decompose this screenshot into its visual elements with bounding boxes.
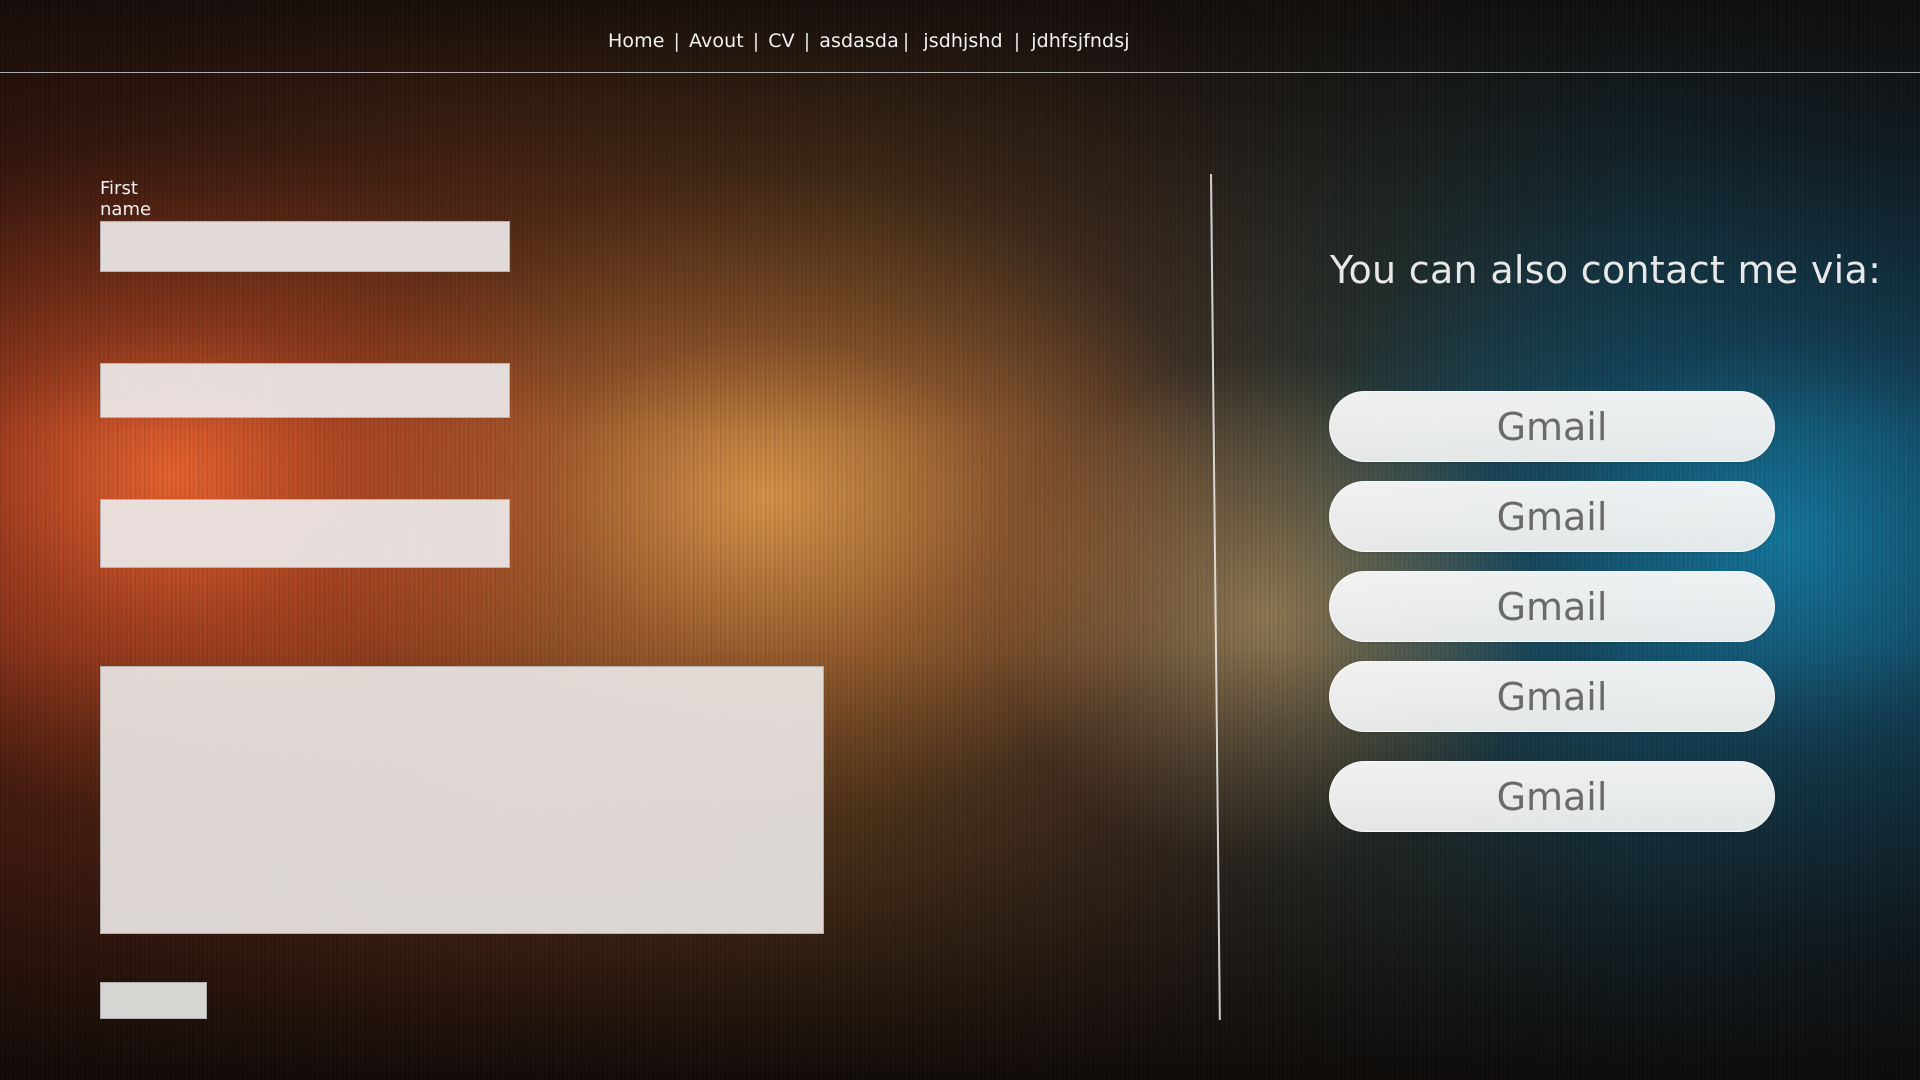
- nav-links: Home | Avout | CV | asdasda | jsdhjshd | jdhfsjfnd…: [608, 30, 1130, 52]
- nav-link-jsdhjshd[interactable]: jsdhjshd: [923, 30, 1002, 52]
- gmail-button[interactable]: Gmail: [1329, 661, 1775, 732]
- top-navigation: Home | Avout | CV | asdasda | jsdhjshd | jdhfsjfnd…: [0, 0, 1920, 73]
- second-input[interactable]: [100, 363, 510, 418]
- nav-link-avout[interactable]: Avout: [689, 30, 744, 52]
- nav-separator: |: [752, 30, 760, 52]
- nav-separator: |: [673, 30, 681, 52]
- vertical-divider: [1210, 173, 1221, 1020]
- gmail-button[interactable]: Gmail: [1329, 481, 1775, 552]
- nav-separator: |: [902, 30, 910, 52]
- nav-link-home[interactable]: Home: [608, 30, 665, 52]
- message-textarea[interactable]: [100, 666, 824, 934]
- first-name-input[interactable]: [100, 221, 510, 272]
- page: { "nav": { "items": [ {"label": "Home"},…: [0, 0, 1920, 1080]
- nav-separator: |: [803, 30, 811, 52]
- nav-link-cv[interactable]: CV: [768, 30, 794, 52]
- contact-heading: You can also contact me via:: [1330, 248, 1882, 292]
- nav-link-jdhfsjfndsj[interactable]: jdhfsjfndsj: [1031, 30, 1129, 52]
- third-input[interactable]: [100, 499, 510, 568]
- nav-link-asdasda[interactable]: asdasda: [819, 30, 899, 52]
- first-name-label: First name: [100, 178, 152, 220]
- submit-button[interactable]: [100, 982, 207, 1019]
- gmail-button[interactable]: Gmail: [1329, 391, 1775, 462]
- gmail-button[interactable]: Gmail: [1329, 571, 1775, 642]
- gmail-button[interactable]: Gmail: [1329, 761, 1775, 832]
- nav-separator: |: [1013, 30, 1021, 52]
